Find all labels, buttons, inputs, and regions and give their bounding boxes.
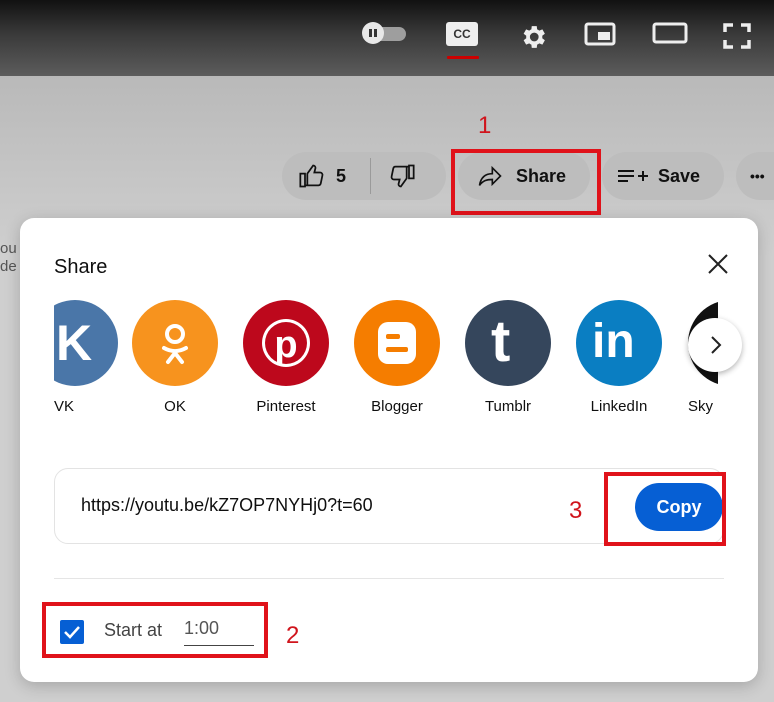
tumblr-icon: t [465, 300, 551, 386]
share-targets-next-button[interactable] [688, 318, 742, 372]
like-dislike-group: 5 [282, 152, 446, 200]
theater-mode-button[interactable] [652, 22, 688, 44]
annotation-number-1: 1 [478, 112, 492, 139]
add-to-playlist-icon [618, 170, 648, 182]
fullscreen-icon [723, 23, 751, 49]
blogger-icon [354, 300, 440, 386]
vk-icon: K [54, 300, 118, 386]
share-target-linkedin[interactable]: in LinkedIn [576, 300, 662, 415]
more-icon: ••• [750, 168, 765, 184]
close-button[interactable] [704, 250, 732, 278]
like-button[interactable]: 5 [298, 162, 346, 190]
autoplay-toggle[interactable] [362, 22, 408, 44]
annotation-box-start-at [42, 602, 268, 658]
player-controls-bar: CC [0, 0, 774, 76]
share-target-vk[interactable]: K VK [54, 300, 118, 415]
subtitles-button[interactable]: CC [446, 22, 480, 59]
description-edge-text: ou de [0, 240, 17, 275]
save-button-label: Save [658, 165, 701, 186]
dialog-title: Share [54, 256, 108, 278]
save-button[interactable]: Save [602, 152, 724, 200]
annotation-number-3: 3 [569, 497, 583, 524]
share-target-ok[interactable]: OK [132, 300, 218, 415]
chevron-right-icon [711, 336, 722, 354]
share-url-text: https://youtu.be/kZ7OP7NYHj0?t=60 [81, 495, 373, 515]
thumb-down-icon [390, 164, 415, 188]
thumb-up-icon [299, 164, 324, 188]
miniplayer-button[interactable] [584, 22, 616, 46]
fullscreen-button[interactable] [722, 22, 752, 50]
ok-icon [132, 300, 218, 386]
annotation-number-2: 2 [286, 622, 300, 649]
miniplayer-icon [584, 22, 616, 46]
share-target-tumblr[interactable]: t Tumblr [465, 300, 551, 415]
settings-button[interactable] [518, 22, 548, 52]
theater-icon [652, 22, 688, 44]
dislike-button[interactable] [388, 162, 416, 195]
like-count: 5 [336, 165, 347, 186]
share-targets-row: K VK OK p Pinterest Blogger t Tumblr in … [54, 300, 718, 430]
linkedin-icon: in [576, 300, 662, 386]
like-divider [370, 158, 371, 194]
pinterest-icon: p [243, 300, 329, 386]
dialog-divider [54, 578, 724, 579]
share-target-blogger[interactable]: Blogger [354, 300, 440, 415]
close-icon [708, 254, 728, 274]
share-target-pinterest[interactable]: p Pinterest [243, 300, 329, 415]
annotation-box-share [451, 149, 601, 215]
gear-icon [523, 26, 545, 48]
annotation-box-copy [604, 472, 726, 546]
svg-text:p: p [274, 324, 297, 366]
cc-icon: CC [446, 22, 478, 46]
